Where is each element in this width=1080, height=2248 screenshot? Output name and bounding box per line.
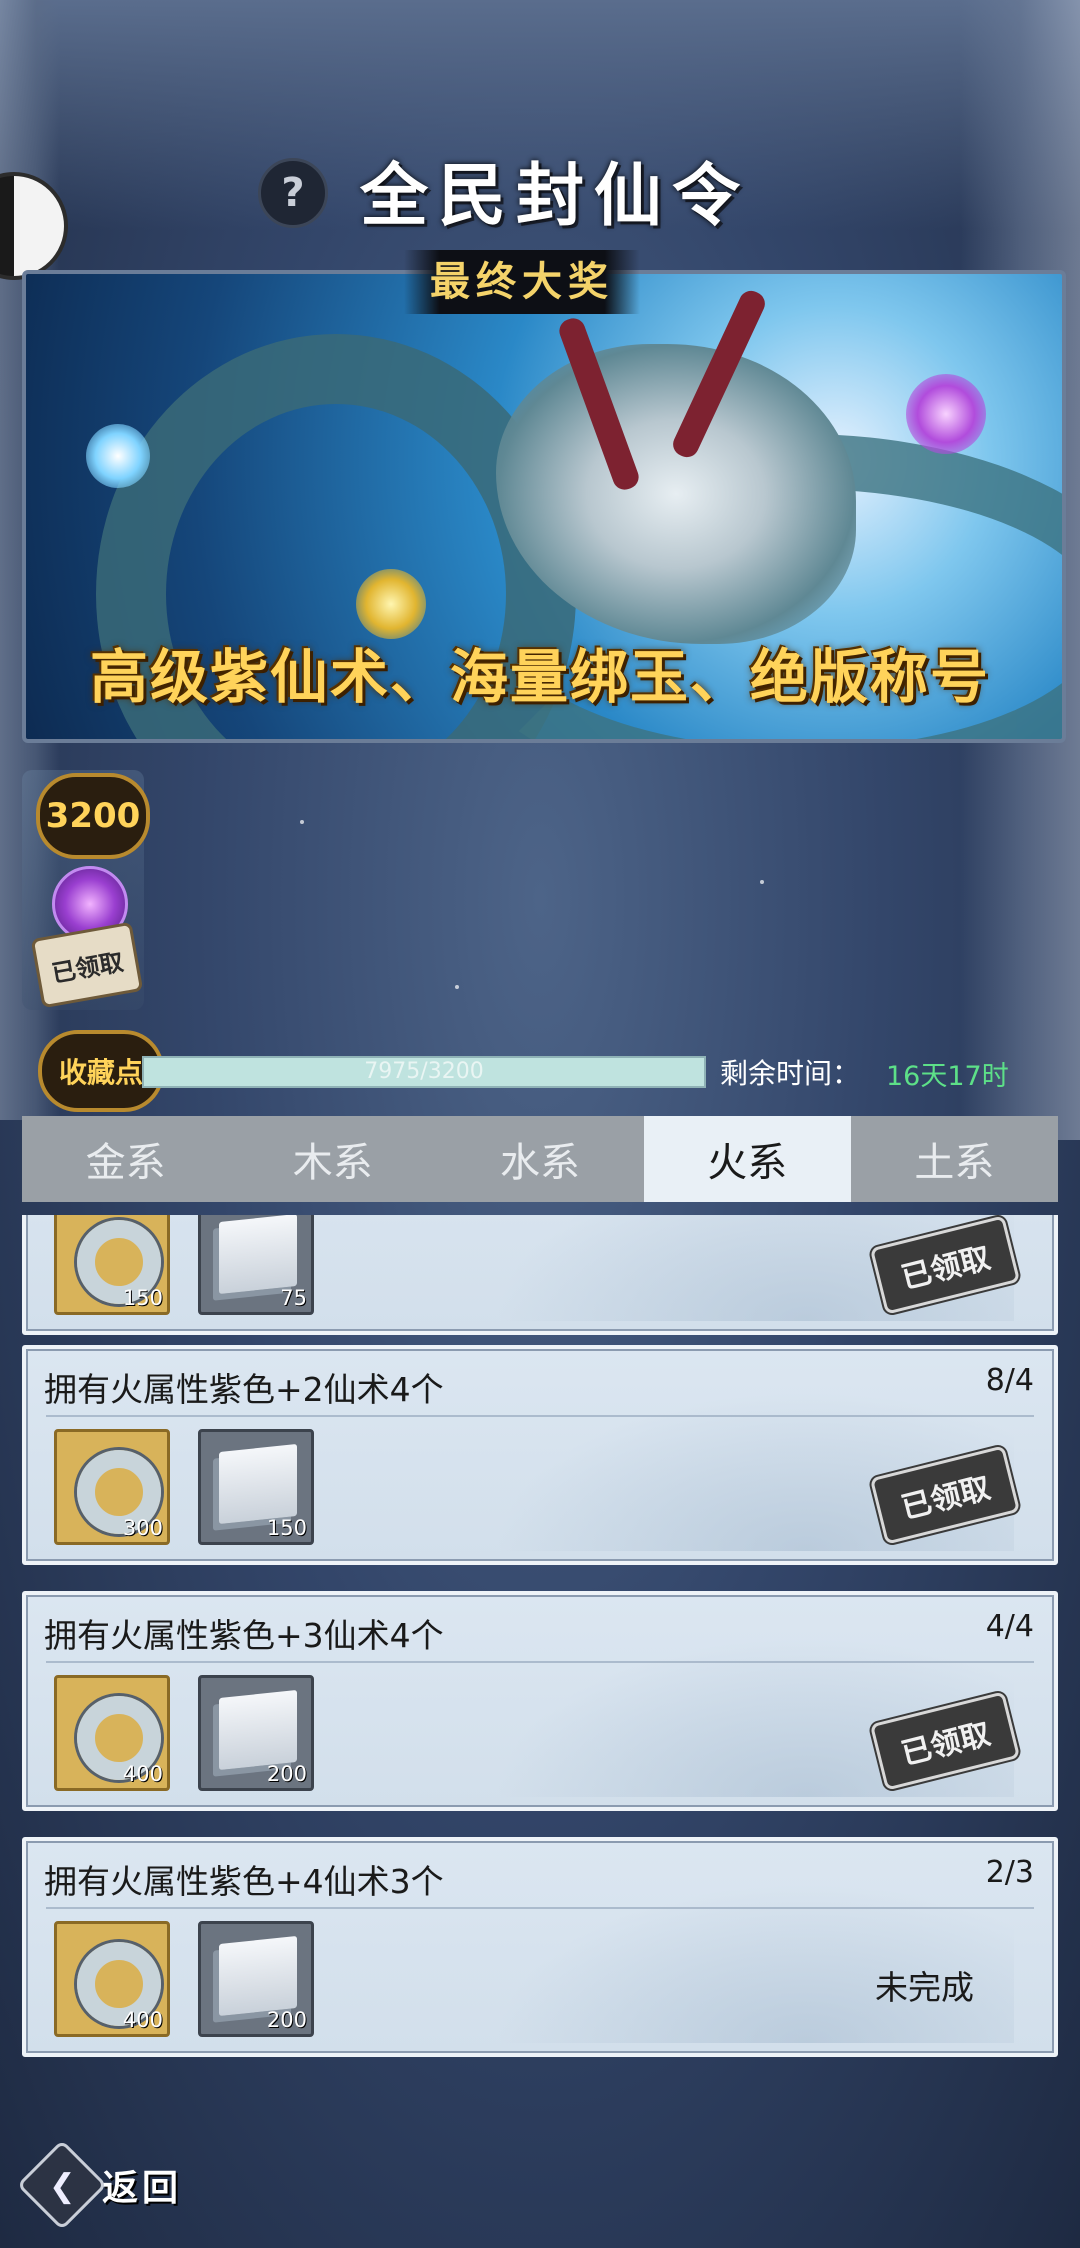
milestone-points-badge: 3200 — [36, 773, 150, 859]
banner-subtitle: 最终大奖 — [404, 250, 640, 314]
taiji-orb-icon — [86, 424, 150, 488]
scroll-icon — [219, 1935, 297, 2017]
task-title: 拥有火属性紫色+4仙术3个 — [44, 1862, 444, 1901]
back-button[interactable]: ❮ 返回 — [16, 2139, 220, 2231]
star — [300, 820, 304, 824]
task-title: 拥有火属性紫色+2仙术4个 — [44, 1370, 444, 1409]
collection-progress-bar: 7975/3200 — [142, 1056, 706, 1088]
tab-fire[interactable]: 火系 — [643, 1116, 851, 1202]
tab-metal[interactable]: 金系 — [22, 1116, 229, 1202]
app-screen: ? 全民封仙令 最终大奖 高级紫仙术、海量绑玉、绝版称号 3200 已领取 收藏… — [0, 0, 1080, 2248]
taiji-orb-icon — [356, 569, 426, 639]
reward-quantity: 200 — [266, 1762, 307, 1786]
jade-reward[interactable]: 300 — [54, 1429, 170, 1545]
scroll-icon — [219, 1215, 297, 1295]
jade-reward[interactable]: 150 — [54, 1215, 170, 1315]
divider — [46, 1661, 1034, 1663]
remaining-time-value: 16天17时 — [886, 1061, 1009, 1092]
page-title: 全民封仙令 — [359, 156, 750, 236]
tab-wood[interactable]: 木系 — [229, 1116, 436, 1202]
divider — [46, 1415, 1034, 1417]
remaining-time-label: 剩余时间： — [720, 1057, 861, 1090]
reward-quantity: 200 — [266, 2008, 307, 2032]
taiji-orb-icon — [906, 374, 986, 454]
task-count: 8/4 — [985, 1363, 1034, 1398]
task-count: 4/4 — [985, 1609, 1034, 1644]
scroll-reward[interactable]: 200 — [198, 1921, 314, 2037]
task-card: 拥有火属性紫色+3仙术4个 4/4 400 200 已领取 — [22, 1591, 1058, 1811]
scroll-icon — [219, 1689, 297, 1771]
task-count: 2/3 — [985, 1855, 1034, 1890]
reward-quantity: 150 — [266, 1516, 307, 1540]
reward-quantity: 150 — [122, 1286, 163, 1310]
scroll-icon — [219, 1443, 297, 1525]
task-card: 拥有火属性紫色+4仙术3个 2/3 400 200 未完成 — [22, 1837, 1058, 2057]
scroll-reward[interactable]: 75 — [198, 1215, 314, 1315]
star — [455, 985, 459, 989]
help-icon: ? — [281, 170, 305, 216]
task-card: 拥有火属性紫色+2仙术4个 8/4 300 150 已领取 — [22, 1345, 1058, 1565]
help-button[interactable]: ? — [258, 158, 328, 228]
reward-quantity: 400 — [122, 1762, 163, 1786]
reward-quantity: 400 — [122, 2008, 163, 2032]
task-list[interactable]: 150 75 已领取 拥有火属性紫色+2仙术4个 8/4 300 150 已领取 — [22, 1215, 1058, 2075]
reward-quantity: 75 — [280, 1286, 307, 1310]
scroll-reward[interactable]: 150 — [198, 1429, 314, 1545]
back-arrow-icon: ❮ — [16, 2139, 108, 2231]
element-tabs: 金系 木系 水系 火系 土系 — [22, 1116, 1058, 1202]
jade-reward[interactable]: 400 — [54, 1675, 170, 1791]
task-card: 150 75 已领取 — [22, 1215, 1058, 1335]
scroll-reward[interactable]: 200 — [198, 1675, 314, 1791]
tab-earth[interactable]: 土系 — [851, 1116, 1058, 1202]
back-label: 返回 — [102, 2167, 183, 2209]
divider — [46, 1907, 1034, 1909]
task-title: 拥有火属性紫色+3仙术4个 — [44, 1616, 444, 1655]
progress-text: 7975/3200 — [364, 1059, 484, 1084]
star — [760, 880, 764, 884]
tab-water[interactable]: 水系 — [436, 1116, 643, 1202]
jade-reward[interactable]: 400 — [54, 1921, 170, 2037]
banner-main-text: 高级紫仙术、海量绑玉、绝版称号 — [89, 643, 990, 711]
task-status-incomplete: 未完成 — [875, 1968, 974, 2007]
reward-quantity: 300 — [122, 1516, 163, 1540]
